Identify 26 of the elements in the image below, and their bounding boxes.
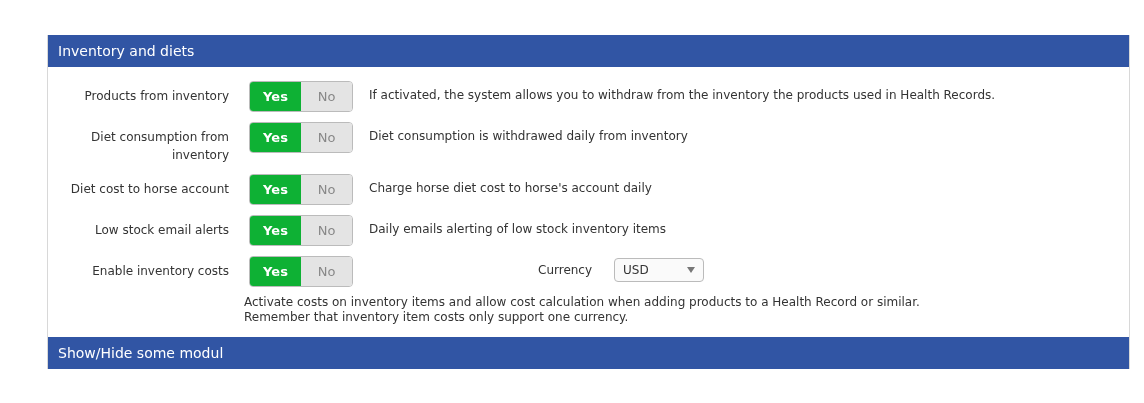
setting-label: Low stock email alerts: [94, 222, 229, 239]
toggle-option[interactable]: Yes: [250, 257, 301, 286]
setting-description: If activated, the system allows you to withdraw from the inventory the products used in Health Records.: [369, 87, 996, 102]
toggle-option[interactable]: No: [301, 257, 352, 286]
currency-dropdown[interactable]: USD: [614, 258, 705, 282]
caret-icon: [687, 267, 696, 273]
setting-label: Diet consumption from inventory: [90, 129, 229, 164]
toggle-option[interactable]: No: [301, 123, 352, 152]
toggle-option[interactable]: Yes: [250, 175, 301, 204]
toggle-option[interactable]: No: [301, 175, 352, 204]
section-header: Inventory and diets: [48, 35, 1129, 67]
toggle-option[interactable]: Yes: [250, 216, 301, 245]
setting-description: Daily emails alerting of low stock inventory items: [369, 221, 667, 236]
note-text: Remember that inventory item costs only support one currency.: [244, 310, 630, 325]
setting-description: Diet consumption is withdrawed daily from inventory: [369, 128, 688, 143]
setting-label: Products from inventory: [83, 88, 229, 105]
toggle-option[interactable]: Yes: [250, 123, 301, 152]
toggle-option[interactable]: Yes: [250, 82, 301, 111]
setting-label: Diet cost to horse account: [69, 181, 229, 198]
setting-label: Enable inventory costs: [91, 263, 229, 280]
setting-description: Charge horse diet cost to horse's account daily: [369, 180, 652, 195]
currency-label: Currency: [538, 262, 593, 277]
toggle-option[interactable]: No: [301, 82, 352, 111]
note-text: Activate costs on inventory items and allow cost calculation when adding products to a Health Record or similar.: [244, 295, 921, 310]
section-header[interactable]: Show/Hide some modul: [48, 337, 1129, 369]
toggle-option[interactable]: No: [301, 216, 352, 245]
